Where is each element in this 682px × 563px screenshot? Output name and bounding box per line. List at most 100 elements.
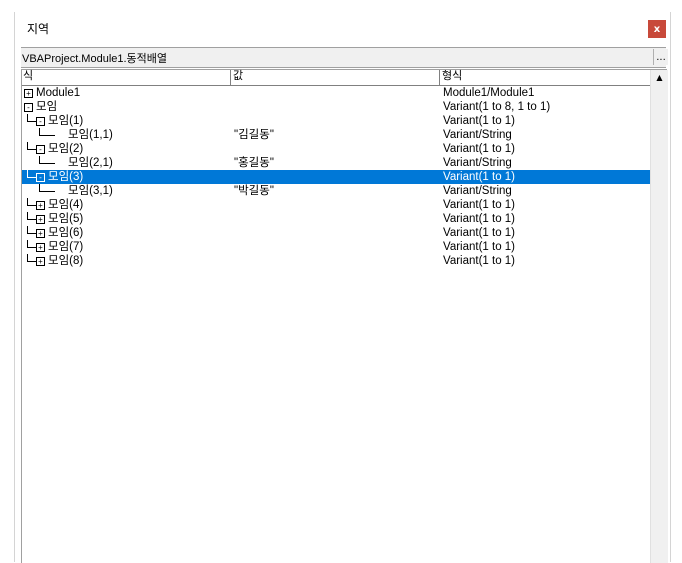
collapse-icon[interactable]: - bbox=[36, 173, 45, 182]
type-cell: Variant(1 to 1) bbox=[443, 199, 516, 211]
expand-icon[interactable]: + bbox=[36, 201, 45, 210]
tree-connector bbox=[27, 177, 36, 178]
tree-connector bbox=[39, 128, 40, 135]
expression-label: Module1 bbox=[36, 87, 81, 99]
column-header-type[interactable]: 형식 bbox=[441, 70, 650, 85]
expression-cell: + 모임(4) bbox=[22, 198, 229, 212]
tree-row[interactable]: + 모임(6) Variant(1 to 1) bbox=[22, 226, 650, 240]
column-header-value[interactable]: 값 bbox=[232, 70, 439, 85]
tree-connector bbox=[27, 254, 28, 261]
tree-connector bbox=[27, 212, 28, 219]
tree-row[interactable]: + 모임(5) Variant(1 to 1) bbox=[22, 212, 650, 226]
tree-row[interactable]: + Module1 Module1/Module1 bbox=[22, 86, 650, 100]
collapse-icon[interactable]: - bbox=[36, 145, 45, 154]
value-cell[interactable] bbox=[234, 170, 439, 184]
value-cell[interactable] bbox=[234, 86, 439, 100]
column-header-row: 식 값 형식 bbox=[22, 70, 650, 86]
type-cell: Variant(1 to 1) bbox=[443, 213, 516, 225]
expression-label: 모임(1) bbox=[48, 115, 84, 127]
tree-connector bbox=[39, 184, 40, 191]
tree-connector bbox=[27, 240, 28, 247]
expression-cell: - 모임 bbox=[22, 100, 229, 114]
tree-connector bbox=[39, 191, 55, 192]
tree-connector bbox=[27, 121, 36, 122]
expression-cell: + 모임(7) bbox=[22, 240, 229, 254]
context-bar: VBAProject.Module1.동적배열 ... bbox=[21, 47, 668, 68]
tree-connector bbox=[27, 170, 28, 177]
close-button[interactable]: x bbox=[648, 20, 666, 38]
value-cell[interactable] bbox=[234, 142, 439, 156]
title-bar: 지역 x bbox=[15, 12, 670, 46]
tree-row[interactable]: - 모임 Variant(1 to 8, 1 to 1) bbox=[22, 100, 650, 114]
collapse-icon[interactable]: - bbox=[24, 103, 33, 112]
type-cell: Variant/String bbox=[443, 157, 512, 169]
column-divider[interactable] bbox=[230, 70, 231, 85]
tree-row[interactable]: + 모임(4) Variant(1 to 1) bbox=[22, 198, 650, 212]
expression-cell: + 모임(8) bbox=[22, 254, 229, 268]
column-header-expression[interactable]: 식 bbox=[22, 70, 230, 85]
type-cell: Variant(1 to 1) bbox=[443, 255, 516, 267]
tree-connector bbox=[27, 233, 36, 234]
expression-cell: + 모임(5) bbox=[22, 212, 229, 226]
value-cell[interactable]: "홍길동" bbox=[234, 156, 439, 170]
tree-row[interactable]: - 모임(2) Variant(1 to 1) bbox=[22, 142, 650, 156]
expression-label: 모임(2) bbox=[48, 143, 84, 155]
expand-icon[interactable]: + bbox=[24, 89, 33, 98]
expression-label: 모임(3) bbox=[48, 171, 84, 183]
tree-connector bbox=[27, 198, 28, 205]
tree-row[interactable]: - 모임(1) Variant(1 to 1) bbox=[22, 114, 650, 128]
expression-label: 모임 bbox=[36, 101, 58, 113]
expression-cell: + Module1 bbox=[22, 86, 229, 100]
expression-label: 모임(4) bbox=[48, 199, 84, 211]
tree-connector bbox=[27, 261, 36, 262]
value-cell[interactable] bbox=[234, 226, 439, 240]
expand-icon[interactable]: + bbox=[36, 229, 45, 238]
window-title: 지역 bbox=[27, 22, 50, 36]
tree-row[interactable]: 모임(1,1) "김길동" Variant/String bbox=[22, 128, 650, 142]
expand-icon[interactable]: + bbox=[36, 215, 45, 224]
tree-connector bbox=[27, 205, 36, 206]
expression-label: 모임(6) bbox=[48, 227, 84, 239]
tree-rows: + Module1 Module1/Module1- 모임 Variant(1 to 8… bbox=[22, 86, 650, 268]
expand-icon[interactable]: + bbox=[36, 243, 45, 252]
vertical-scrollbar[interactable]: ▲ bbox=[650, 70, 668, 563]
value-cell[interactable] bbox=[234, 240, 439, 254]
expand-icon[interactable]: + bbox=[36, 257, 45, 266]
value-cell[interactable] bbox=[234, 100, 439, 114]
collapse-icon[interactable]: - bbox=[36, 117, 45, 126]
type-cell: Variant/String bbox=[443, 129, 512, 141]
tree-row[interactable]: 모임(3,1) "박길동" Variant/String bbox=[22, 184, 650, 198]
value-cell[interactable] bbox=[234, 212, 439, 226]
expression-cell: - 모임(1) bbox=[22, 114, 229, 128]
tree-row[interactable]: + 모임(8) Variant(1 to 1) bbox=[22, 254, 650, 268]
expression-label: 모임(2,1) bbox=[68, 157, 113, 169]
value-cell[interactable] bbox=[234, 114, 439, 128]
expression-label: 모임(5) bbox=[48, 213, 84, 225]
expression-label: 모임(8) bbox=[48, 255, 84, 267]
call-stack-button[interactable]: ... bbox=[653, 49, 668, 65]
tree-connector bbox=[27, 114, 28, 121]
tree-row[interactable]: - 모임(3) Variant(1 to 1) bbox=[22, 170, 650, 184]
value-cell[interactable] bbox=[234, 198, 439, 212]
expression-cell: 모임(2,1) bbox=[22, 156, 229, 170]
scroll-up-arrow-icon[interactable]: ▲ bbox=[651, 70, 668, 86]
value-cell[interactable] bbox=[234, 254, 439, 268]
tree-row[interactable]: 모임(2,1) "홍길동" Variant/String bbox=[22, 156, 650, 170]
expression-cell: - 모임(2) bbox=[22, 142, 229, 156]
expression-label: 모임(3,1) bbox=[68, 185, 113, 197]
locals-window: 지역 x VBAProject.Module1.동적배열 ... 식 값 형식 … bbox=[14, 12, 671, 563]
column-divider[interactable] bbox=[439, 70, 440, 85]
tree-connector bbox=[27, 226, 28, 233]
tree-connector bbox=[39, 135, 55, 136]
type-cell: Variant(1 to 1) bbox=[443, 115, 516, 127]
tree-connector bbox=[27, 142, 28, 149]
tree-connector bbox=[39, 156, 40, 163]
type-cell: Variant(1 to 1) bbox=[443, 171, 516, 183]
expression-cell: - 모임(3) bbox=[22, 170, 229, 184]
tree-connector bbox=[27, 149, 36, 150]
value-cell[interactable]: "김길동" bbox=[234, 128, 439, 142]
value-cell[interactable]: "박길동" bbox=[234, 184, 439, 198]
type-cell: Variant/String bbox=[443, 185, 512, 197]
tree-row[interactable]: + 모임(7) Variant(1 to 1) bbox=[22, 240, 650, 254]
type-cell: Variant(1 to 1) bbox=[443, 241, 516, 253]
